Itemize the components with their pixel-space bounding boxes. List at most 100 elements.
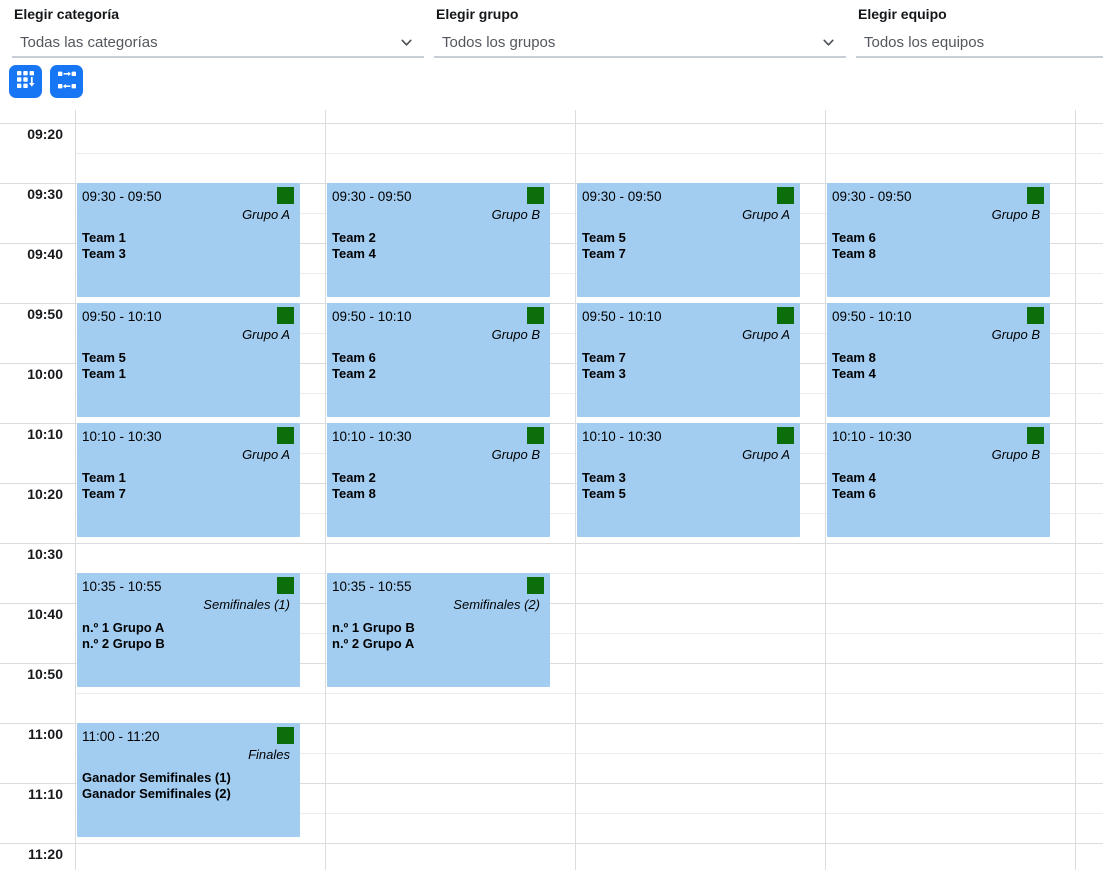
event-team-line: Team 6: [832, 230, 1050, 246]
event-team-line: Team 3: [82, 246, 300, 262]
match-event[interactable]: 09:50 - 10:10 Grupo A Team 5Team 1: [77, 303, 300, 417]
time-axis-label: 11:10: [0, 786, 63, 803]
schedule-view-button[interactable]: [9, 65, 42, 98]
category-color-square: [277, 187, 294, 204]
event-stage-label: Grupo A: [577, 204, 800, 222]
event-time: 09:30 - 09:50: [827, 183, 1050, 204]
time-axis-label: 10:40: [0, 606, 63, 623]
match-event[interactable]: 09:50 - 10:10 Grupo B Team 8Team 4: [827, 303, 1050, 417]
bracket-swap-icon: [57, 70, 77, 93]
event-teams: n.º 1 Grupo Bn.º 2 Grupo A: [327, 620, 550, 651]
match-event[interactable]: 10:10 - 10:30 Grupo B Team 2Team 8: [327, 423, 550, 537]
event-team-line: Team 1: [82, 470, 300, 486]
event-team-line: Team 7: [82, 486, 300, 502]
chevron-down-icon: [821, 35, 836, 50]
event-time: 09:30 - 09:50: [327, 183, 550, 204]
event-team-line: Team 4: [832, 470, 1050, 486]
category-color-square: [777, 427, 794, 444]
filter-label: Elegir categoría: [12, 5, 424, 29]
event-teams: Team 2Team 4: [327, 230, 550, 261]
bracket-view-button[interactable]: [50, 65, 83, 98]
match-event[interactable]: 09:30 - 09:50 Grupo A Team 1Team 3: [77, 183, 300, 297]
event-time: 09:50 - 10:10: [77, 303, 300, 324]
match-event[interactable]: 09:30 - 09:50 Grupo A Team 5Team 7: [577, 183, 800, 297]
time-axis-label: 09:30: [0, 186, 63, 203]
event-teams: Team 2Team 8: [327, 470, 550, 501]
filter-group: Elegir equipo Todos los equipos: [856, 5, 1103, 58]
time-axis-label: 10:00: [0, 366, 63, 383]
filter-select[interactable]: Todos los grupos: [434, 29, 846, 58]
event-time: 10:10 - 10:30: [577, 423, 800, 444]
event-team-line: Team 4: [832, 366, 1050, 382]
match-event[interactable]: 10:10 - 10:30 Grupo A Team 1Team 7: [77, 423, 300, 537]
match-event[interactable]: 10:10 - 10:30 Grupo B Team 4Team 6: [827, 423, 1050, 537]
filter-select[interactable]: Todos los equipos: [856, 29, 1103, 58]
time-axis-label: 11:20: [0, 846, 63, 863]
gridline-major: [0, 843, 1103, 844]
view-toolbar: [9, 65, 83, 98]
filter-label: Elegir grupo: [434, 5, 846, 29]
event-team-line: Team 2: [332, 366, 550, 382]
event-time: 09:30 - 09:50: [77, 183, 300, 204]
event-time: 10:35 - 10:55: [77, 573, 300, 594]
gridline-major: [0, 123, 1103, 124]
event-time: 09:30 - 09:50: [577, 183, 800, 204]
event-team-line: Team 8: [332, 486, 550, 502]
gridline-major: [0, 543, 1103, 544]
event-team-line: n.º 2 Grupo A: [332, 636, 550, 652]
event-teams: Team 6Team 8: [827, 230, 1050, 261]
match-event[interactable]: 09:50 - 10:10 Grupo A Team 7Team 3: [577, 303, 800, 417]
event-teams: Team 3Team 5: [577, 470, 800, 501]
event-time: 09:50 - 10:10: [327, 303, 550, 324]
event-teams: Team 5Team 1: [77, 350, 300, 381]
filter-label: Elegir equipo: [856, 5, 1103, 29]
column-divider-line: [575, 110, 576, 870]
event-time: 10:35 - 10:55: [327, 573, 550, 594]
filter-bar: Elegir categoría Todas las categorías El…: [0, 0, 1103, 58]
time-axis-label: 11:00: [0, 726, 63, 743]
filter-select[interactable]: Todas las categorías: [12, 29, 424, 58]
event-teams: Team 1Team 7: [77, 470, 300, 501]
event-stage-label: Grupo B: [827, 444, 1050, 462]
event-team-line: Team 2: [332, 230, 550, 246]
event-team-line: Team 8: [832, 246, 1050, 262]
match-event[interactable]: 10:35 - 10:55 Semifinales (2) n.º 1 Grup…: [327, 573, 550, 687]
event-team-line: Team 5: [582, 486, 800, 502]
event-time: 10:10 - 10:30: [827, 423, 1050, 444]
event-team-line: Team 7: [582, 350, 800, 366]
event-team-line: Ganador Semifinales (1): [82, 770, 300, 786]
chevron-down-icon: [399, 35, 414, 50]
category-color-square: [1027, 307, 1044, 324]
filter-group: Elegir categoría Todas las categorías: [12, 5, 424, 58]
event-stage-label: Grupo B: [327, 444, 550, 462]
column-divider-line: [1075, 110, 1076, 870]
event-team-line: Team 8: [832, 350, 1050, 366]
category-color-square: [1027, 187, 1044, 204]
category-color-square: [277, 427, 294, 444]
event-team-line: Team 6: [332, 350, 550, 366]
event-stage-label: Grupo A: [77, 204, 300, 222]
event-teams: Team 6Team 2: [327, 350, 550, 381]
event-stage-label: Grupo A: [577, 324, 800, 342]
match-event[interactable]: 11:00 - 11:20 Finales Ganador Semifinale…: [77, 723, 300, 837]
event-teams: n.º 1 Grupo An.º 2 Grupo B: [77, 620, 300, 651]
event-stage-label: Grupo B: [827, 324, 1050, 342]
match-event[interactable]: 09:30 - 09:50 Grupo B Team 2Team 4: [327, 183, 550, 297]
event-teams: Team 8Team 4: [827, 350, 1050, 381]
match-event[interactable]: 10:10 - 10:30 Grupo A Team 3Team 5: [577, 423, 800, 537]
category-color-square: [1027, 427, 1044, 444]
filter-selected-value: Todos los equipos: [864, 34, 984, 51]
event-time: 09:50 - 10:10: [577, 303, 800, 324]
event-team-line: Team 3: [582, 366, 800, 382]
event-team-line: Team 1: [82, 230, 300, 246]
event-stage-label: Grupo A: [577, 444, 800, 462]
event-teams: Ganador Semifinales (1)Ganador Semifinal…: [77, 770, 300, 801]
time-axis-label: 10:20: [0, 486, 63, 503]
category-color-square: [777, 307, 794, 324]
event-team-line: Team 7: [582, 246, 800, 262]
event-team-line: Ganador Semifinales (2): [82, 786, 300, 802]
match-event[interactable]: 09:50 - 10:10 Grupo B Team 6Team 2: [327, 303, 550, 417]
match-event[interactable]: 09:30 - 09:50 Grupo B Team 6Team 8: [827, 183, 1050, 297]
event-teams: Team 5Team 7: [577, 230, 800, 261]
match-event[interactable]: 10:35 - 10:55 Semifinales (1) n.º 1 Grup…: [77, 573, 300, 687]
